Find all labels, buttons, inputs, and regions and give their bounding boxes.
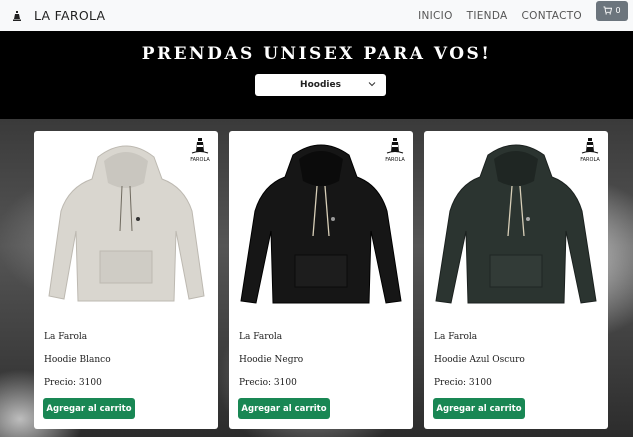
nav-links: INICIO TIENDA CONTACTO 0	[418, 0, 633, 31]
chevron-down-icon	[368, 82, 376, 87]
lighthouse-logo-icon	[13, 10, 21, 21]
category-select-value: Hoodies	[300, 80, 341, 90]
product-brand: La Farola	[44, 332, 88, 342]
product-card: FAROLA La Farola Hoodie Azul Oscuro Prec…	[424, 131, 608, 429]
product-card: FAROLA La Farola Hoodie Negro Precio: 31…	[229, 131, 413, 429]
navbar: LA FAROLA INICIO TIENDA CONTACTO 0	[0, 0, 633, 31]
add-to-cart-button[interactable]: Agregar al carrito	[238, 398, 330, 419]
nav-inicio[interactable]: INICIO	[418, 10, 453, 22]
product-price: Precio: 3100	[44, 378, 102, 388]
product-brand: La Farola	[239, 332, 283, 342]
badge-text: FAROLA	[385, 157, 405, 163]
cart-icon	[603, 6, 613, 15]
product-name: Hoodie Negro	[239, 355, 304, 365]
cart-count: 0	[615, 6, 621, 15]
farola-badge-icon: FAROLA	[385, 138, 405, 163]
brand-name: LA FAROLA	[34, 8, 106, 23]
product-price: Precio: 3100	[239, 378, 297, 388]
product-name: Hoodie Blanco	[44, 355, 111, 365]
farola-badge-icon: FAROLA	[580, 138, 600, 163]
product-price: Precio: 3100	[434, 378, 492, 388]
badge-text: FAROLA	[190, 157, 210, 163]
add-to-cart-button[interactable]: Agregar al carrito	[433, 398, 525, 419]
cart-button[interactable]: 0	[596, 0, 628, 21]
product-card: FAROLA La Farola Hoodie Blanco Precio: 3…	[34, 131, 218, 429]
badge-text: FAROLA	[580, 157, 600, 163]
hero-banner: PRENDAS UNISEX PARA VOS! Hoodies	[0, 31, 633, 119]
product-brand: La Farola	[434, 332, 478, 342]
nav-tienda[interactable]: TIENDA	[467, 10, 508, 22]
brand[interactable]: LA FAROLA	[13, 8, 105, 23]
add-to-cart-button[interactable]: Agregar al carrito	[43, 398, 135, 419]
nav-contacto[interactable]: CONTACTO	[522, 10, 582, 22]
farola-badge-icon: FAROLA	[190, 138, 210, 163]
category-select[interactable]: Hoodies	[255, 74, 386, 96]
hero-title: PRENDAS UNISEX PARA VOS!	[141, 44, 492, 64]
product-name: Hoodie Azul Oscuro	[434, 355, 525, 365]
